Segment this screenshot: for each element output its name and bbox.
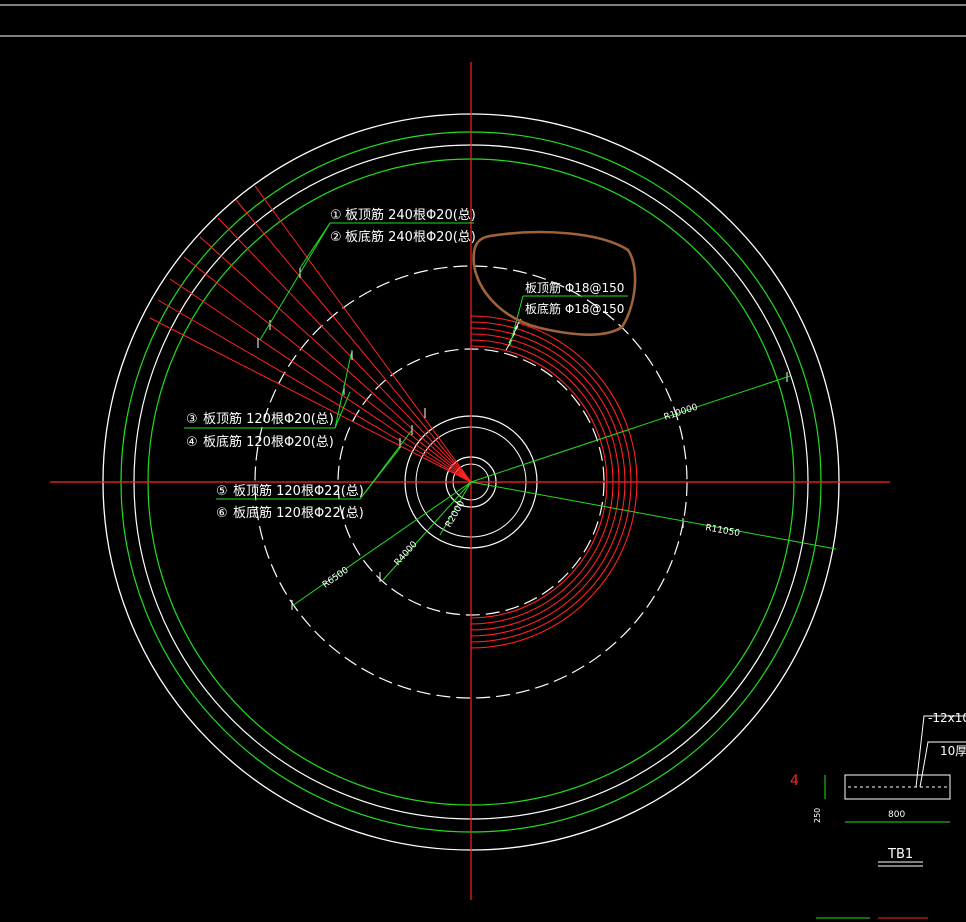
label-n1-num: ① — [330, 208, 342, 223]
detail-section-mark: 4 — [790, 773, 799, 789]
label-n5-num: ⑤ — [216, 484, 228, 499]
label-n5-text: 板顶筋 120根Φ22(总) — [233, 483, 364, 499]
label-n6-num: ⑥ — [216, 506, 228, 521]
label-ring-bottom: 板底筋 Φ18@150 — [525, 301, 624, 316]
dimension-lines — [291, 375, 837, 607]
detail-tb1: 4 -12x10 10厚 250 800 TB1 — [790, 711, 966, 919]
dim-r10000-text: R10000 — [663, 402, 700, 422]
dim-r6500-line — [291, 481, 472, 607]
label-n3-text: 板顶筋 120根Φ20(总) — [203, 411, 334, 427]
leader-lines — [184, 222, 628, 500]
label-n2-text: 板底筋 240根Φ20(总) — [345, 229, 476, 245]
dim-r4000-text: R4000 — [393, 539, 420, 568]
detail-plate-label: -12x10 — [928, 711, 966, 725]
detail-thickness-label: 10厚 — [940, 744, 966, 758]
dim-r11050-line — [470, 481, 837, 550]
detail-height-label: 250 — [813, 808, 822, 823]
cad-drawing: ① 板顶筋 240根Φ20(总) ② 板底筋 240根Φ20(总) ③ 板顶筋 … — [0, 4, 966, 919]
tick-marks — [257, 268, 788, 610]
label-n2-num: ② — [330, 230, 342, 245]
label-n6-text: 板底筋 120根Φ22(总) — [233, 505, 364, 521]
detail-width-label: 800 — [888, 810, 905, 820]
label-n3-num: ③ — [186, 412, 198, 427]
dim-r6500-text: R6500 — [321, 565, 351, 590]
label-n1-text: 板顶筋 240根Φ20(总) — [345, 207, 476, 223]
dim-r11050-text: R11050 — [704, 523, 740, 539]
label-ring-top: 板顶筋 Φ18@150 — [525, 280, 624, 295]
detail-title: TB1 — [887, 847, 913, 862]
label-n4-num: ④ — [186, 435, 198, 450]
dim-r2000-text: R2000 — [444, 499, 467, 529]
label-n4-text: 板底筋 120根Φ20(总) — [203, 434, 334, 450]
